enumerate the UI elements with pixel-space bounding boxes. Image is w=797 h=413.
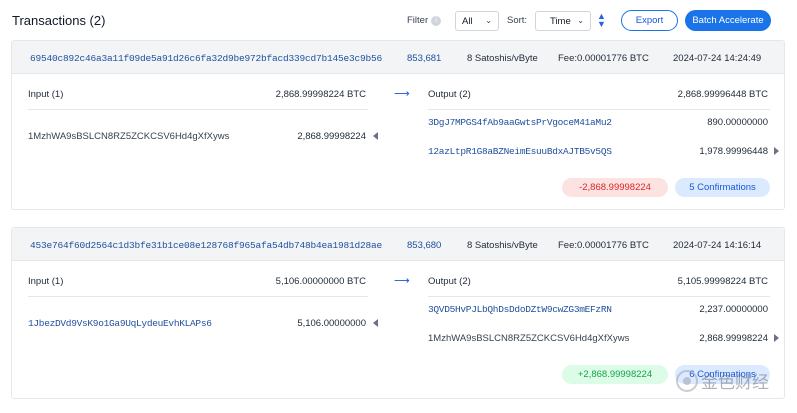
txid-link[interactable]: 69540c892c46a3a11f09de5a91d26c6fa32d9be9… — [30, 53, 382, 64]
output-header: Output (2) — [428, 89, 471, 100]
fee-amount: Fee:0.00001776 BTC — [558, 240, 649, 251]
watermark-icon — [676, 369, 698, 392]
fee-amount: Fee:0.00001776 BTC — [558, 53, 649, 64]
timestamp: 2024-07-24 14:24:49 — [673, 53, 762, 64]
net-change-badge: -2,868.99998224 — [562, 178, 668, 197]
net-change-badge: +2,868.99998224 — [562, 365, 668, 384]
divider — [428, 109, 770, 110]
input-total: 2,868.99998224 BTC — [275, 89, 366, 100]
output-total: 2,868.99996448 BTC — [677, 89, 768, 100]
transaction-header: 69540c892c46a3a11f09de5a91d26c6fa32d9be9… — [12, 41, 784, 74]
toolbar: Transactions (2) Filter i All ⌄ Sort: Ti… — [0, 0, 797, 40]
block-height-link[interactable]: 853,681 — [407, 53, 441, 64]
caret-left-icon — [373, 132, 378, 140]
fee-rate: 8 Satoshis/vByte — [467, 240, 538, 251]
output-amount: 890.00000000 — [707, 117, 768, 128]
transaction-card: 453e764f60d2564c1d3bfe31b1ce08e128768f96… — [11, 227, 785, 399]
sort-order-icon[interactable]: ▲ ▼ — [597, 12, 606, 29]
caret-left-icon — [373, 319, 378, 327]
input-total: 5,106.00000000 BTC — [275, 276, 366, 287]
fee-rate: 8 Satoshis/vByte — [467, 53, 538, 64]
confirmations-badge: 5 Confirmations — [675, 178, 770, 197]
output-amount: 2,868.99998224 — [699, 333, 768, 344]
input-amount: 5,106.00000000 — [297, 318, 366, 329]
sort-label: Sort: — [507, 15, 528, 26]
chevron-down-icon: ⌄ — [577, 16, 584, 25]
txid-link[interactable]: 453e764f60d2564c1d3bfe31b1ce08e128768f96… — [30, 240, 382, 251]
input-header: Input (1) — [28, 89, 64, 100]
block-height-link[interactable]: 853,680 — [407, 240, 441, 251]
output-total: 5,105.99998224 BTC — [677, 276, 768, 287]
divider — [428, 296, 770, 297]
divider — [28, 296, 368, 297]
batch-accelerate-button[interactable]: Batch Accelerate — [685, 10, 771, 31]
output-address-link[interactable]: 3QVD5HvPJLbQhDsDdoDZtW9cwZG3mEFzRN — [428, 304, 612, 315]
filter-select-value: All — [462, 15, 473, 27]
input-address-link[interactable]: 1JbezDVd9VsK9o1Ga9UqLydeuEvhKLAPs6 — [28, 318, 212, 329]
timestamp: 2024-07-24 14:16:14 — [673, 240, 762, 251]
input-address[interactable]: 1MzhWA9sBSLCN8RZ5ZCKCSV6Hd4gXfXyws — [28, 131, 229, 142]
output-address-link[interactable]: 12azLtpR1G8aBZNeimEsuuBdxAJTB5v5QS — [428, 146, 612, 157]
output-header: Output (2) — [428, 276, 471, 287]
watermark-logo: 金色财经 — [676, 368, 769, 393]
arrow-right-icon: ⟶ — [394, 88, 410, 100]
output-address[interactable]: 1MzhWA9sBSLCN8RZ5ZCKCSV6Hd4gXfXyws — [428, 333, 629, 344]
sort-select-value: Time — [550, 15, 571, 27]
filter-select[interactable]: All ⌄ — [455, 11, 499, 31]
arrow-right-icon: ⟶ — [394, 275, 410, 287]
watermark-text: 金色财经 — [701, 373, 769, 392]
info-icon[interactable]: i — [431, 15, 442, 26]
output-amount: 2,237.00000000 — [699, 304, 768, 315]
chevron-down-icon: ⌄ — [485, 16, 492, 25]
filter-label: Filter i — [407, 15, 442, 26]
output-amount: 1,978.99996448 — [699, 146, 768, 157]
caret-right-icon — [774, 147, 779, 155]
filter-label-text: Filter — [407, 15, 429, 26]
transaction-card: 69540c892c46a3a11f09de5a91d26c6fa32d9be9… — [11, 40, 785, 210]
caret-right-icon — [774, 334, 779, 342]
sort-select[interactable]: Time ⌄ — [535, 11, 591, 31]
transaction-header: 453e764f60d2564c1d3bfe31b1ce08e128768f96… — [12, 228, 784, 261]
input-amount: 2,868.99998224 — [297, 131, 366, 142]
page-title: Transactions (2) — [12, 13, 106, 28]
export-button[interactable]: Export — [621, 10, 678, 31]
divider — [28, 109, 368, 110]
input-header: Input (1) — [28, 276, 64, 287]
output-address-link[interactable]: 3DgJ7MPGS4fAb9aaGwtsPrVgoceM41aMu2 — [428, 117, 612, 128]
